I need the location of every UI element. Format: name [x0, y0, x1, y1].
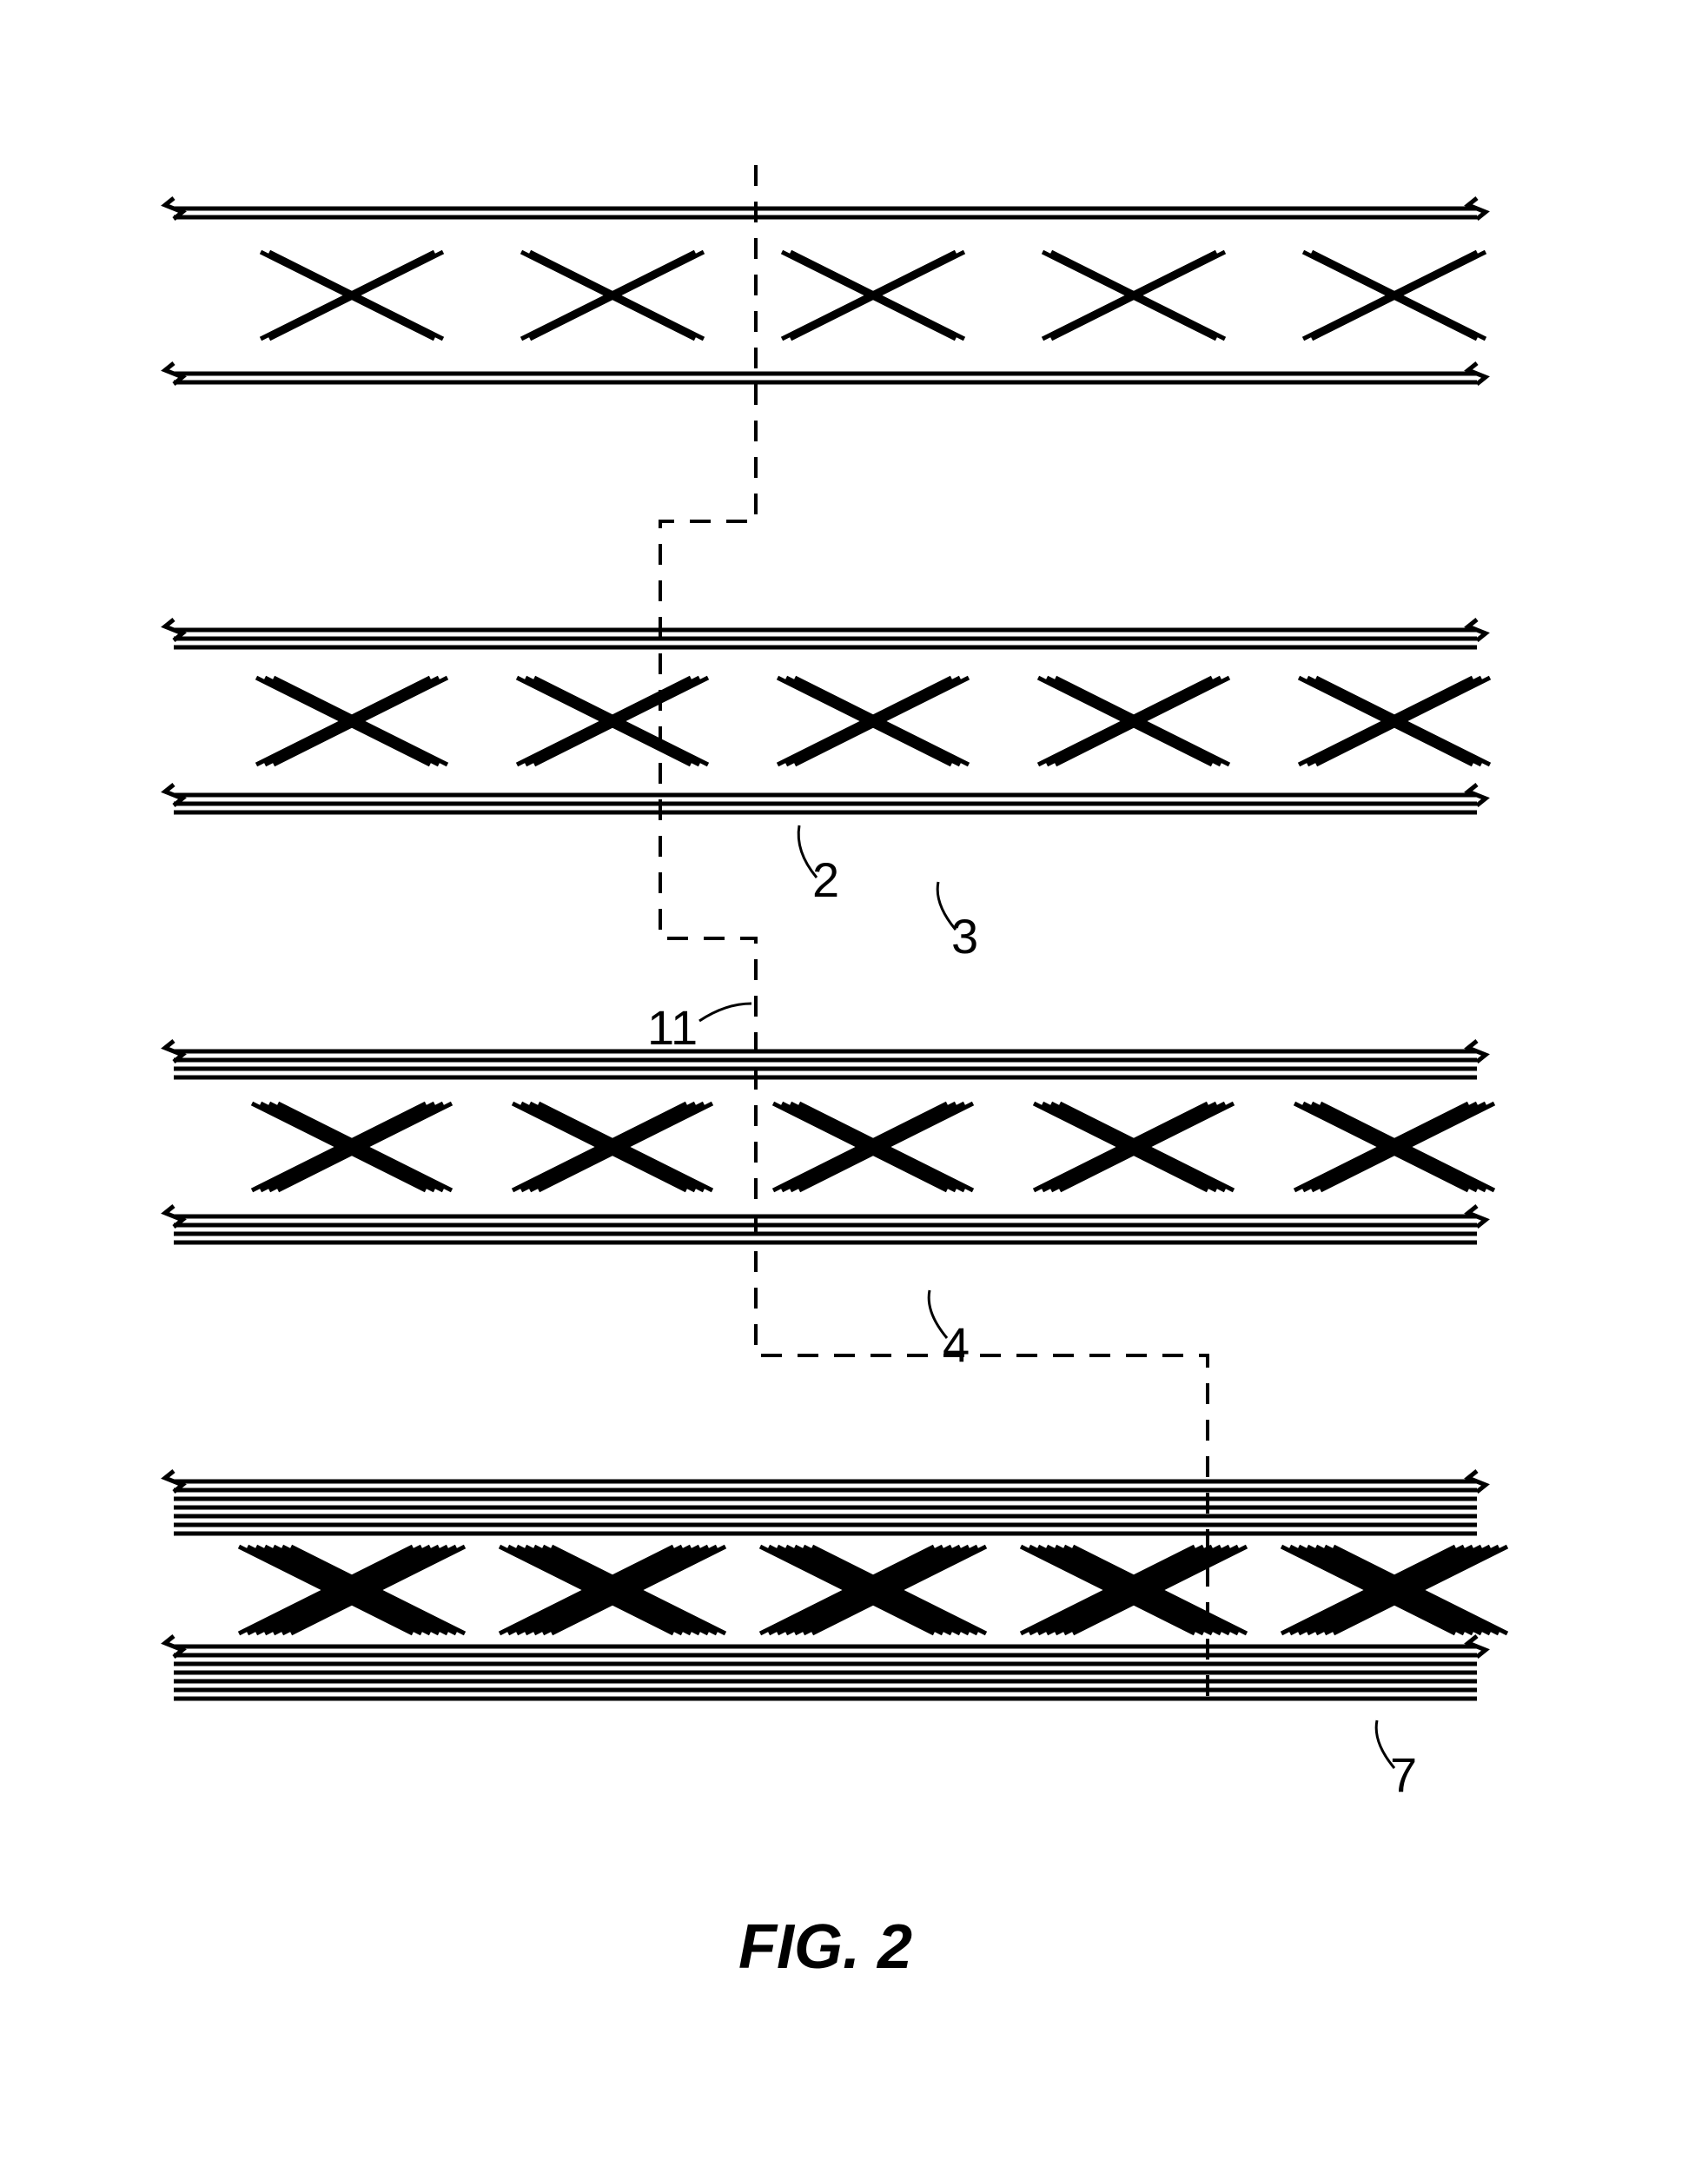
structure-4 — [165, 1041, 1494, 1242]
structure-2 — [165, 198, 1486, 384]
structure-7 — [165, 1471, 1507, 1699]
ref-label-7: 7 — [1390, 1746, 1417, 1803]
figure-svg: .wire { stroke:#000; stroke-width:5; fil… — [0, 0, 1708, 2160]
ref-label-2: 2 — [812, 851, 839, 908]
ref-label-11: 11 — [647, 999, 698, 1056]
structure-3 — [165, 620, 1490, 812]
ref-label-4: 4 — [943, 1316, 970, 1373]
figure-page: .wire { stroke:#000; stroke-width:5; fil… — [0, 0, 1708, 2160]
ref-label-3: 3 — [951, 908, 978, 964]
figure-label: FIG. 2 — [738, 1912, 912, 1983]
